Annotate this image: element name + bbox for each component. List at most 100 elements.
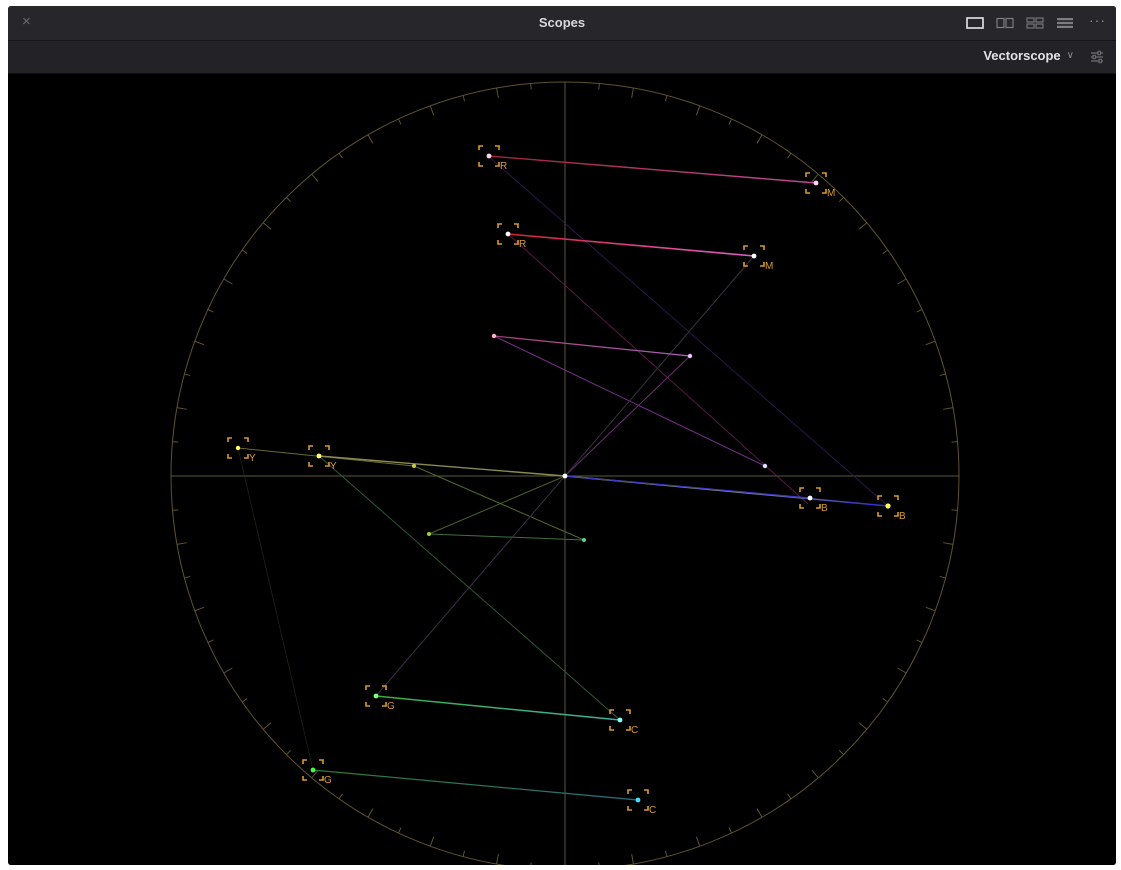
graticule-tick: [176, 407, 187, 410]
target-b: B: [877, 495, 906, 522]
graticule-tick: [951, 441, 958, 443]
graticule-tick: [925, 340, 936, 346]
graticule-tick: [858, 222, 868, 230]
graticule-tick: [338, 152, 343, 159]
graticule-tick: [728, 118, 732, 125]
scope-toolbar: Vectorscope ∨: [8, 41, 1116, 74]
vectorscope-graph: R M R M Y Y B B G C G C: [170, 81, 960, 865]
graticule-tick: [839, 750, 844, 755]
graticule-tick: [882, 698, 889, 703]
vectorscope-display: R M R M Y Y B B G C G C: [8, 74, 1116, 865]
graticule-tick: [787, 793, 792, 800]
graticule-tick: [496, 87, 499, 98]
graticule-tick: [194, 340, 205, 346]
target-m: M: [805, 172, 835, 199]
graticule-tick: [951, 509, 958, 511]
dual-layout-icon[interactable]: [994, 16, 1016, 30]
graticule-tick: [756, 808, 763, 818]
list-layout-icon[interactable]: [1054, 16, 1076, 30]
graticule-tick: [839, 197, 844, 202]
target-y: Y: [227, 437, 256, 464]
graticule-tick: [939, 373, 946, 377]
graticule-tick: [916, 639, 923, 643]
target-c: C: [609, 709, 638, 736]
graticule-tick: [897, 667, 907, 674]
graticule-tick: [429, 105, 435, 116]
graticule-tick: [462, 95, 466, 102]
quad-layout-icon[interactable]: [1024, 16, 1046, 30]
title-bar: × Scopes ···: [8, 6, 1116, 41]
graticule-tick: [241, 698, 248, 703]
graticule-tick: [811, 769, 819, 779]
graticule-tick: [172, 509, 179, 511]
graticule-tick: [367, 134, 374, 144]
graticule-tick: [598, 862, 600, 865]
graticule-tick: [530, 862, 532, 865]
graticule-tick: [695, 836, 701, 847]
target-label: G: [387, 701, 395, 712]
graticule-tick: [664, 95, 668, 102]
graticule-tick: [311, 173, 319, 183]
graticule-tick: [184, 373, 191, 377]
chevron-down-icon: ∨: [1066, 50, 1074, 61]
graticule-tick: [338, 793, 343, 800]
graticule-tick: [925, 606, 936, 612]
graticule-tick: [811, 173, 819, 183]
scope-type-label: Vectorscope: [983, 48, 1061, 63]
single-layout-icon[interactable]: [964, 16, 986, 30]
target-c: C: [627, 789, 656, 816]
target-g: G: [365, 685, 395, 712]
graticule-tick: [462, 850, 466, 857]
graticule-tick: [262, 222, 272, 230]
graticule-tick: [207, 309, 214, 313]
graticule-tick: [398, 827, 402, 834]
more-options-icon[interactable]: ···: [1089, 12, 1106, 28]
window-title: Scopes: [538, 15, 586, 30]
target-label: R: [500, 161, 507, 172]
graticule-tick: [184, 575, 191, 579]
target-label: G: [324, 775, 332, 786]
graticule-tick: [631, 87, 634, 98]
layout-buttons: [964, 16, 1076, 30]
graticule-tick: [695, 105, 701, 116]
graticule-tick: [787, 152, 792, 159]
scopes-window: × Scopes ··· Vectorscope ∨ R M R M Y Y B…: [8, 6, 1116, 865]
graticule-tick: [858, 722, 868, 730]
graticule-tick: [172, 441, 179, 443]
graticule-tick: [631, 854, 634, 865]
sliders-icon[interactable]: [1086, 46, 1108, 68]
target-label: Y: [249, 453, 256, 464]
target-label: C: [649, 805, 656, 816]
graticule-tick: [367, 808, 374, 818]
target-r: R: [497, 223, 526, 250]
target-m: M: [743, 245, 773, 272]
target-label: R: [519, 239, 526, 250]
graticule-tick: [223, 667, 233, 674]
graticule-tick: [286, 750, 291, 755]
graticule-tick: [882, 249, 889, 254]
target-label: B: [821, 503, 828, 514]
target-label: C: [631, 725, 638, 736]
graticule-tick: [943, 542, 954, 545]
target-label: B: [899, 511, 906, 522]
graticule-tick: [897, 278, 907, 285]
graticule-tick: [664, 850, 668, 857]
graticule-tick: [398, 118, 402, 125]
target-r: R: [478, 145, 507, 172]
scope-type-dropdown[interactable]: Vectorscope ∨: [983, 48, 1074, 63]
graticule-tick: [176, 542, 187, 545]
target-label: M: [765, 261, 773, 272]
target-label: Y: [330, 461, 337, 472]
graticule-tick: [262, 722, 272, 730]
graticule-tick: [916, 309, 923, 313]
graticule-tick: [756, 134, 763, 144]
graticule-tick: [728, 827, 732, 834]
graticule-tick: [207, 639, 214, 643]
graticule-tick: [223, 278, 233, 285]
graticule-tick: [429, 836, 435, 847]
target-label: M: [827, 188, 835, 199]
graticule-tick: [286, 197, 291, 202]
graticule-tick: [194, 606, 205, 612]
graticule-tick: [943, 407, 954, 410]
graticule-tick: [598, 83, 600, 90]
